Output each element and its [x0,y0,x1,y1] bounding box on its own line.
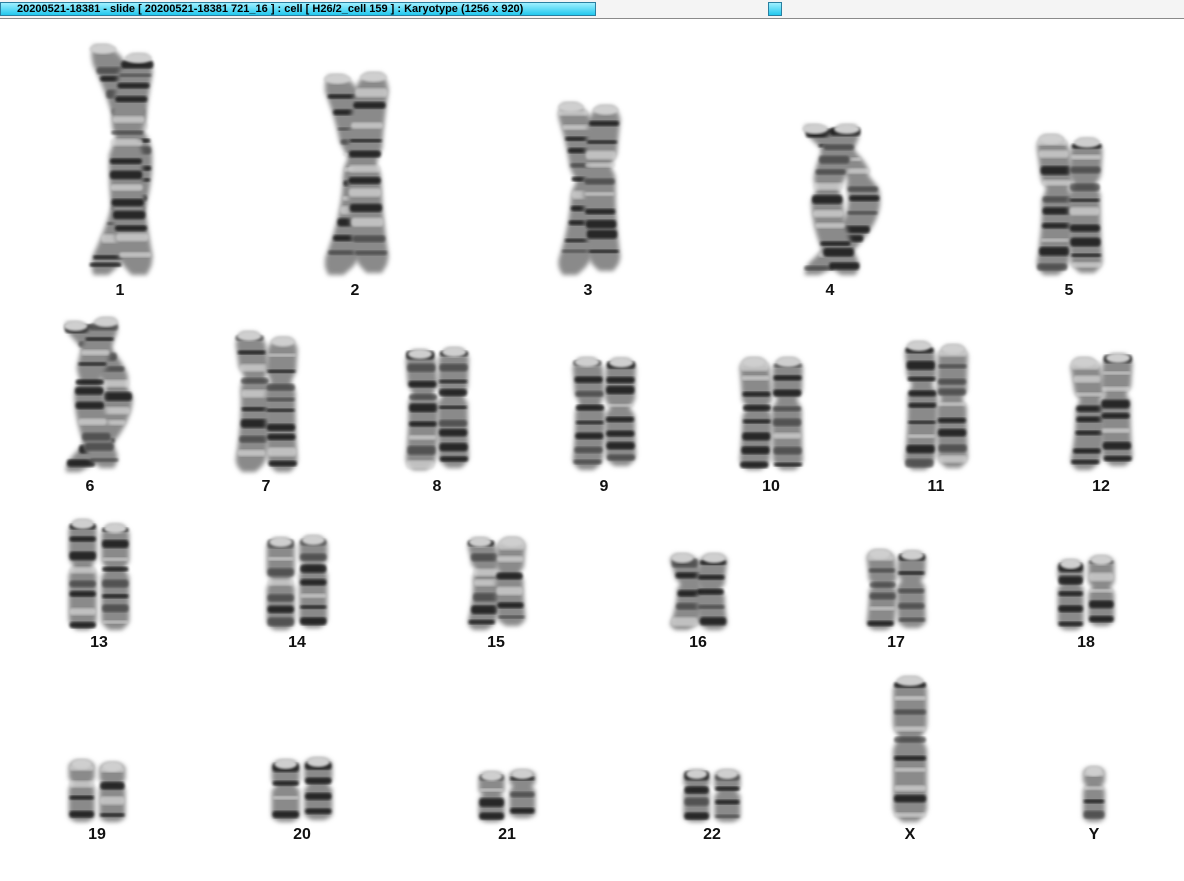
chromosome-pair-14[interactable] [266,535,328,630]
window-title-tab[interactable]: 20200521-18381 - slide [ 20200521-18381 … [0,2,596,16]
chromosome-label-21: 21 [498,826,516,843]
chromosome-pair-7[interactable] [235,331,298,472]
chromosome-pair-8[interactable] [405,347,469,470]
chromosome-label-1: 1 [115,282,125,299]
chromosome-pair-5[interactable] [1036,134,1103,275]
chromosome-label-y: Y [1088,826,1100,843]
chromosome-label-9: 9 [599,478,609,495]
chromosome-label-8: 8 [432,478,442,495]
chromosome-label-12: 12 [1092,478,1110,495]
chromosome-label-11: 11 [927,478,945,495]
chromosome-label-10: 10 [762,478,780,495]
chromosome-pair-y[interactable] [1083,766,1105,822]
chromosome-pair-9[interactable] [572,357,636,470]
chromosome-label-7: 7 [261,478,271,495]
chromosome-label-19: 19 [88,826,106,843]
chromosome-pair-11[interactable] [904,341,968,470]
karyogram-canvas [63,44,1133,822]
chromosome-label-5: 5 [1064,282,1074,299]
chromosome-label-2: 2 [350,282,360,299]
karyotype-window: 20200521-18381 - slide [ 20200521-18381 … [0,0,1184,881]
window-title-bar: 20200521-18381 - slide [ 20200521-18381 … [0,0,1184,19]
chromosome-pair-15[interactable] [467,536,526,630]
chromosome-pair-16[interactable] [670,553,728,630]
chromosome-label-16: 16 [689,634,707,651]
chromosome-label-3: 3 [583,282,593,299]
chromosome-label-4: 4 [825,282,835,299]
chromosome-label-17: 17 [887,634,905,651]
chromosome-label-6: 6 [85,478,95,495]
chromosome-pair-12[interactable] [1070,353,1133,470]
chromosome-label-14: 14 [288,634,306,651]
chromosome-pair-20[interactable] [271,757,333,822]
chromosome-pair-4[interactable] [802,124,881,275]
chromosome-pair-17[interactable] [866,549,927,630]
chromosome-pair-10[interactable] [739,357,803,470]
chromosome-pair-21[interactable] [478,769,536,822]
chromosome-pair-6[interactable] [63,317,133,472]
chromosome-pair-13[interactable] [68,519,130,630]
chromosome-label-20: 20 [293,826,311,843]
chromosome-pair-19[interactable] [68,759,126,822]
chromosome-label-18: 18 [1077,634,1095,651]
chromosome-label-13: 13 [90,634,108,651]
chromosome-pair-3[interactable] [557,102,621,275]
chromosome-label-22: 22 [703,826,721,843]
chromosome-pair-22[interactable] [683,769,741,822]
chromosome-pair-2[interactable] [323,72,389,275]
chromosome-pair-1[interactable] [89,44,154,276]
chromosome-pair-18[interactable] [1057,555,1115,630]
chromosome-label-x: X [904,826,916,843]
chromosome-label-15: 15 [487,634,505,651]
horizontal-scroll-thumb[interactable] [768,2,782,16]
chromosome-pair-x[interactable] [893,676,927,822]
